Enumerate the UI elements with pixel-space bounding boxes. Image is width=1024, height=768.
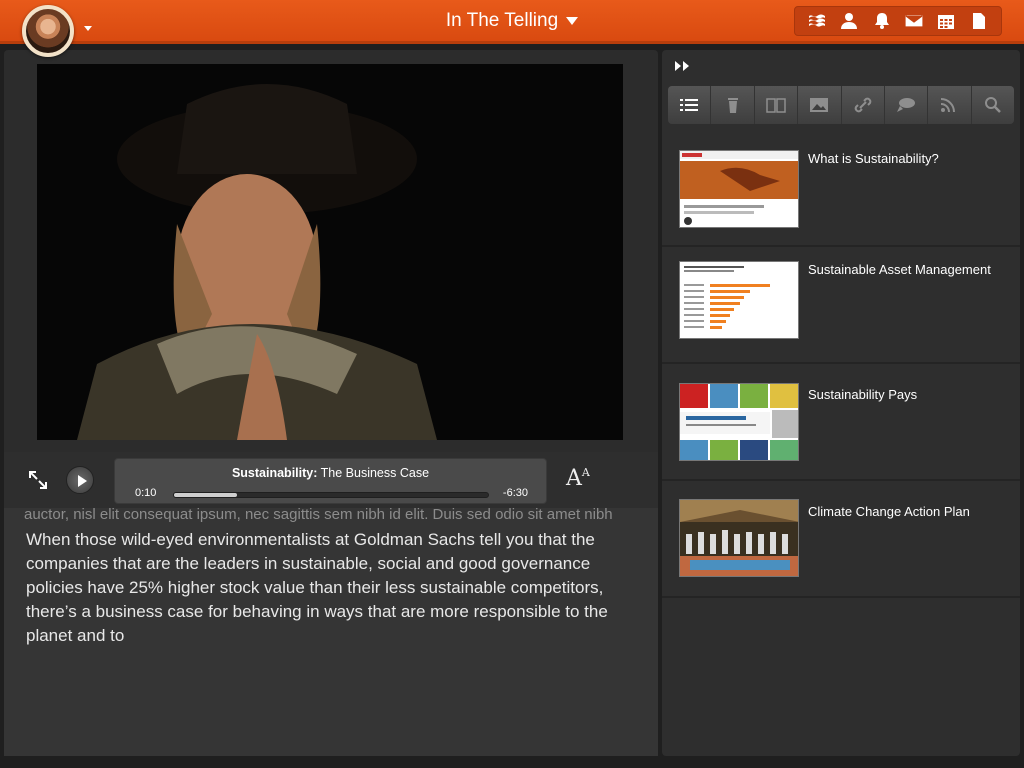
list-item[interactable]: Sustainability Pays (662, 364, 1020, 481)
calendar-icon[interactable] (934, 10, 958, 32)
thumbnail-image (679, 150, 799, 228)
transcript-text: When those wild-eyed environmentalists a… (26, 530, 608, 645)
list-item-label: Sustainability Pays (808, 387, 918, 402)
document-icon[interactable] (967, 10, 991, 32)
fullscreen-icon[interactable] (26, 468, 50, 492)
avatar[interactable] (22, 5, 74, 57)
time-remaining: -6:30 (502, 487, 528, 499)
video-frame[interactable] (37, 64, 623, 440)
stream-icon[interactable] (805, 10, 829, 32)
top-bar: In The Telling (0, 0, 1024, 44)
app-title: In The Telling (445, 10, 559, 31)
list-icon[interactable] (668, 86, 712, 124)
list-item[interactable]: Climate Change Action Plan (662, 481, 1020, 598)
resource-list: What is Sustainability? Sustainable Asse… (662, 130, 1020, 598)
avatar-chevron-down-icon[interactable] (84, 26, 92, 31)
progress-bar[interactable] (173, 492, 489, 498)
list-item[interactable]: Sustainable Asset Management (662, 247, 1020, 364)
track-info: Sustainability: The Business Case 0:10 -… (114, 458, 547, 504)
mail-icon[interactable] (902, 10, 926, 32)
time-elapsed: 0:10 (135, 487, 157, 499)
font-size-icon[interactable]: AA (566, 466, 594, 494)
thumbnail-image (679, 383, 799, 461)
media-panel: Sustainability: The Business Case 0:10 -… (4, 50, 658, 756)
chat-icon[interactable] (885, 86, 929, 124)
bell-icon[interactable] (870, 10, 894, 32)
trash-icon[interactable] (711, 86, 755, 124)
list-item[interactable]: What is Sustainability? (662, 130, 1020, 247)
list-item-label: Climate Change Action Plan (808, 504, 970, 519)
person-icon[interactable] (837, 10, 861, 32)
sidebar: What is Sustainability? Sustainable Asse… (662, 50, 1020, 756)
transcript-faded-line: auctor, nisl elit consequat ipsum, nec s… (24, 508, 613, 523)
progress-fill (174, 493, 237, 497)
collapse-sidebar-icon[interactable] (672, 58, 694, 74)
play-button[interactable] (66, 466, 94, 494)
list-item-label: What is Sustainability? (808, 151, 939, 166)
toolbar (794, 6, 1002, 36)
list-item-label: Sustainable Asset Management (808, 262, 991, 277)
chevron-down-icon (566, 16, 579, 25)
search-icon[interactable] (972, 86, 1014, 124)
book-icon[interactable] (755, 86, 799, 124)
thumbnail-image (679, 499, 799, 577)
rss-icon[interactable] (928, 86, 972, 124)
sidebar-tabs (668, 86, 1014, 124)
player-controls: Sustainability: The Business Case 0:10 -… (4, 452, 658, 508)
track-title: Sustainability: The Business Case (231, 466, 430, 480)
transcript-area: auctor, nisl elit consequat ipsum, nec s… (4, 508, 658, 756)
link-icon[interactable] (842, 86, 885, 124)
thumbnail-image (679, 261, 799, 339)
image-icon[interactable] (798, 86, 842, 124)
